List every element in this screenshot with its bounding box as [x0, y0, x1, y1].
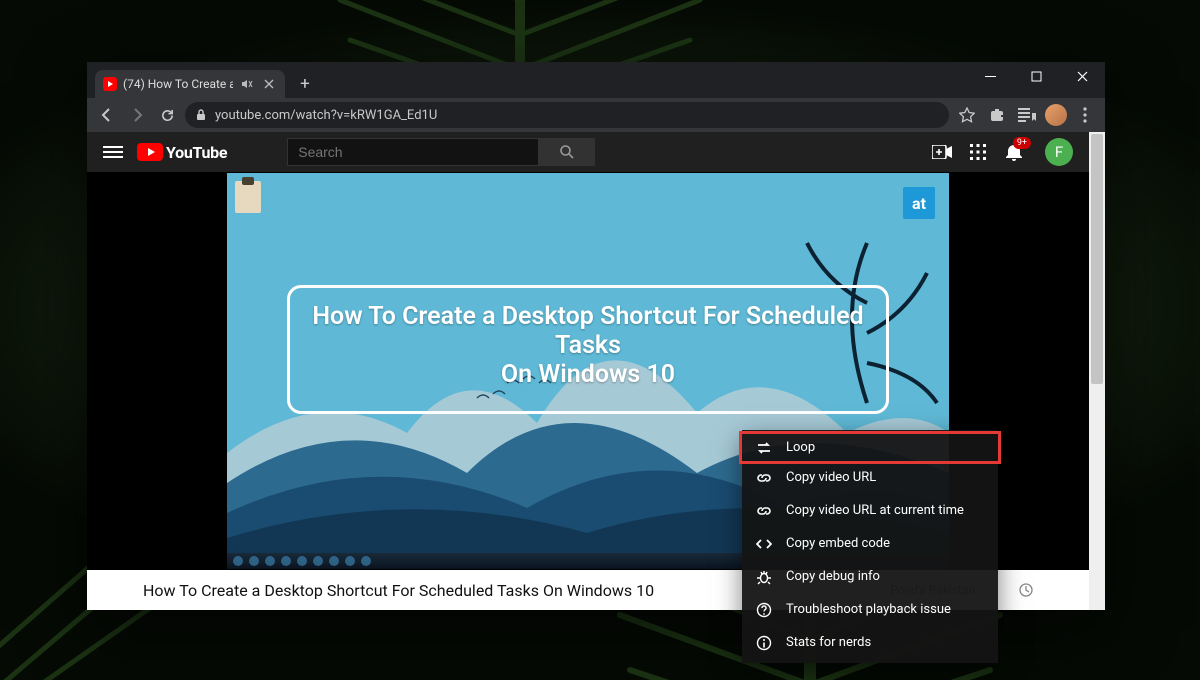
context-menu-item-loop[interactable]: Loop: [739, 431, 1001, 464]
notification-badge: 9+: [1013, 137, 1031, 149]
bug-icon: [756, 569, 772, 585]
window-maximize-button[interactable]: [1013, 62, 1059, 90]
search-input[interactable]: [287, 138, 539, 166]
reload-button[interactable]: [155, 103, 179, 127]
forward-button[interactable]: [125, 103, 149, 127]
apps-button[interactable]: [967, 141, 989, 163]
window-close-button[interactable]: [1059, 62, 1105, 90]
reading-list-button[interactable]: [1015, 103, 1039, 127]
chrome-menu-button[interactable]: [1073, 103, 1097, 127]
tab-strip: (74) How To Create a Deskto +: [87, 62, 1105, 98]
tab-close-button[interactable]: [261, 76, 277, 92]
chrome-window: (74) How To Create a Deskto + youtube.co…: [87, 62, 1105, 610]
chrome-profile-avatar[interactable]: [1045, 104, 1067, 126]
context-menu-item-copy-video-url-at-current-time[interactable]: Copy video URL at current time: [742, 494, 998, 527]
bookmark-button[interactable]: [955, 103, 979, 127]
extensions-button[interactable]: [985, 103, 1009, 127]
url-text: youtube.com/watch?v=kRW1GA_Ed1U: [215, 108, 437, 123]
link-icon: [756, 503, 772, 519]
video-title-card: How To Create a Desktop Shortcut For Sch…: [287, 285, 889, 414]
scrollbar-thumb[interactable]: [1091, 134, 1103, 384]
browser-tab[interactable]: (74) How To Create a Deskto: [95, 70, 285, 98]
loop-icon: [756, 440, 772, 456]
help-icon: [756, 602, 772, 618]
page-scrollbar[interactable]: [1089, 132, 1105, 610]
context-menu-label: Copy debug info: [786, 569, 880, 584]
link-icon: [756, 470, 772, 486]
context-menu-label: Copy embed code: [786, 536, 890, 551]
create-video-button[interactable]: [931, 141, 953, 163]
context-menu-item-copy-debug-info[interactable]: Copy debug info: [742, 560, 998, 593]
title-line2: On Windows 10: [306, 360, 870, 389]
notifications-button[interactable]: 9+: [1003, 141, 1025, 163]
youtube-brand-text: YouTube: [166, 143, 227, 162]
youtube-favicon: [103, 77, 117, 91]
search-button[interactable]: [539, 138, 595, 166]
clipboard-icon: [235, 181, 261, 213]
video-watermark: at: [903, 187, 935, 219]
context-menu-label: Stats for nerds: [786, 635, 871, 650]
new-tab-button[interactable]: +: [291, 70, 319, 98]
context-menu-label: Troubleshoot playback issue: [786, 602, 951, 617]
lock-icon: [195, 109, 207, 121]
context-menu-label: Copy video URL at current time: [786, 503, 964, 518]
video-page-title: How To Create a Desktop Shortcut For Sch…: [143, 581, 654, 600]
context-menu-item-troubleshoot-playback-issue[interactable]: Troubleshoot playback issue: [742, 593, 998, 626]
video-context-menu: Loop Copy video URL Copy video URL at curr…: [742, 430, 998, 663]
context-menu-item-copy-video-url[interactable]: Copy video URL: [742, 461, 998, 494]
mute-icon[interactable]: [239, 76, 255, 92]
tab-title: (74) How To Create a Deskto: [123, 77, 233, 91]
user-avatar[interactable]: F: [1045, 138, 1073, 166]
hamburger-menu-button[interactable]: [103, 142, 123, 162]
address-bar: youtube.com/watch?v=kRW1GA_Ed1U: [87, 98, 1105, 132]
context-menu-item-stats-for-nerds[interactable]: Stats for nerds: [742, 626, 998, 659]
window-minimize-button[interactable]: [967, 62, 1013, 90]
youtube-logo[interactable]: YouTube: [137, 143, 227, 162]
youtube-header: YouTube 9+ F: [87, 132, 1089, 172]
code-icon: [756, 536, 772, 552]
url-box[interactable]: youtube.com/watch?v=kRW1GA_Ed1U: [185, 102, 949, 128]
context-menu-label: Loop: [786, 440, 815, 455]
youtube-play-icon: [137, 143, 163, 161]
clock-icon: [1019, 583, 1033, 597]
back-button[interactable]: [95, 103, 119, 127]
info-icon: [756, 635, 772, 651]
title-line1: How To Create a Desktop Shortcut For Sch…: [306, 302, 870, 360]
context-menu-item-copy-embed-code[interactable]: Copy embed code: [742, 527, 998, 560]
context-menu-label: Copy video URL: [786, 470, 876, 485]
